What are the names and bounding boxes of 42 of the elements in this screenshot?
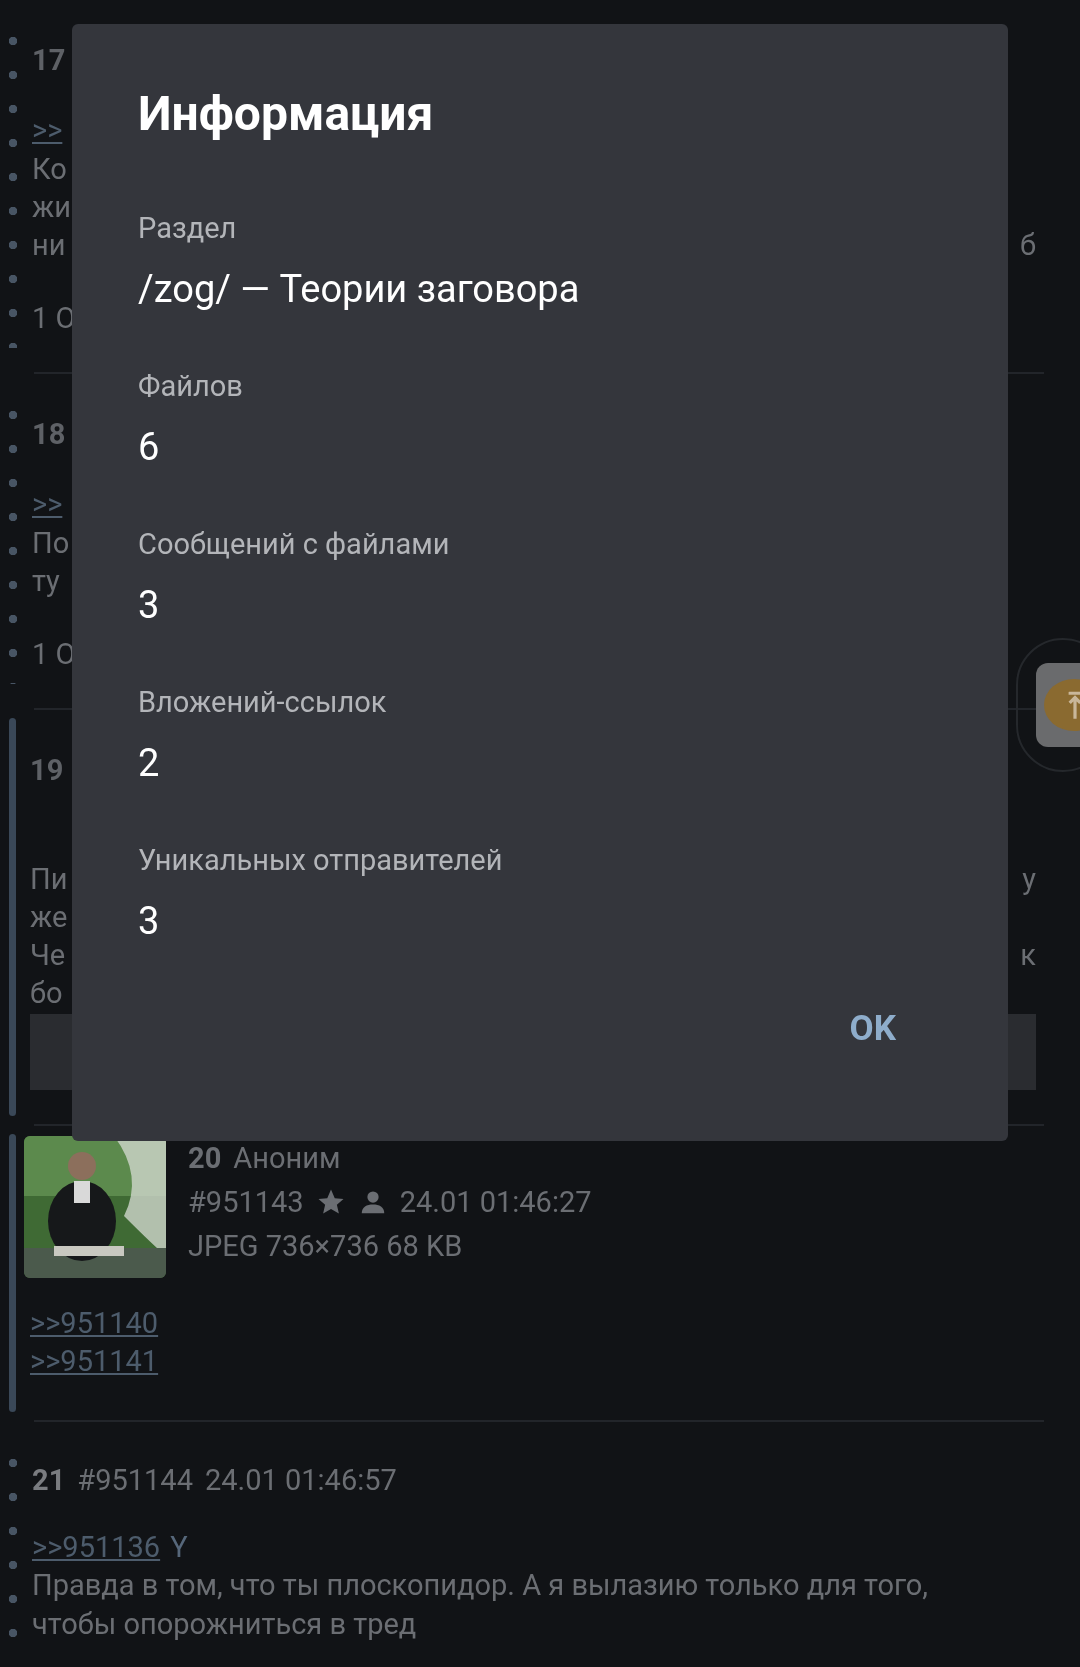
post-text: к [1020, 937, 1036, 974]
reply-link[interactable]: >> [32, 113, 63, 147]
post-id: #951143 [188, 1184, 304, 1221]
post-text: Ко [32, 151, 67, 188]
author-name: Аноним [233, 1140, 341, 1177]
field-value: /zog/ — Теории заговора [138, 266, 581, 313]
post-date: 24.01 01:46:27 [399, 1184, 592, 1221]
post-number: 17 [32, 42, 66, 79]
file-info: JPEG 736×736 68 KB [188, 1228, 463, 1265]
field-label: Уникальных отправителей [138, 842, 504, 879]
field-value: 6 [138, 424, 161, 471]
post-id: #951144 [77, 1462, 193, 1499]
post-number: 21 [32, 1462, 66, 1499]
post-text: жи [32, 189, 71, 226]
post-text: Че [30, 937, 66, 974]
field-value: 3 [138, 898, 161, 945]
post-text: у [1022, 861, 1036, 898]
post-number: 18 [32, 416, 66, 453]
field-value: 2 [138, 740, 161, 787]
reply-link[interactable]: >>951140 [30, 1304, 159, 1342]
post-number: 20 [188, 1140, 222, 1177]
post-text: бо [30, 975, 63, 1012]
post-text: По [32, 525, 70, 562]
reply-link[interactable]: >>951136 [32, 1528, 161, 1566]
post-text: б [1019, 227, 1036, 264]
field-value: 3 [138, 582, 161, 629]
post-text: Правда в том, что ты плоскопидор. А я вылазию только для того, чтобы опорожниться в тред [32, 1567, 930, 1643]
reply-link[interactable]: >> [32, 487, 63, 521]
post-number: 19 [30, 752, 64, 789]
reply-link[interactable]: >>951141 [30, 1342, 159, 1380]
field-label: Вложений-ссылок [138, 684, 388, 721]
post-text: Пи [30, 861, 68, 898]
ok-button[interactable]: OK [803, 998, 942, 1059]
field-label: Сообщений с файлами [138, 526, 451, 563]
reply-mark: Y [170, 1529, 188, 1566]
post-text: же [30, 899, 68, 936]
post-text: ни [32, 227, 66, 264]
post-date: 24.01 01:46:57 [204, 1462, 397, 1499]
field-label: Раздел [138, 210, 238, 247]
dialog-title: Информация [138, 84, 435, 144]
field-label: Файлов [138, 368, 244, 405]
post-text: ту [32, 563, 60, 600]
